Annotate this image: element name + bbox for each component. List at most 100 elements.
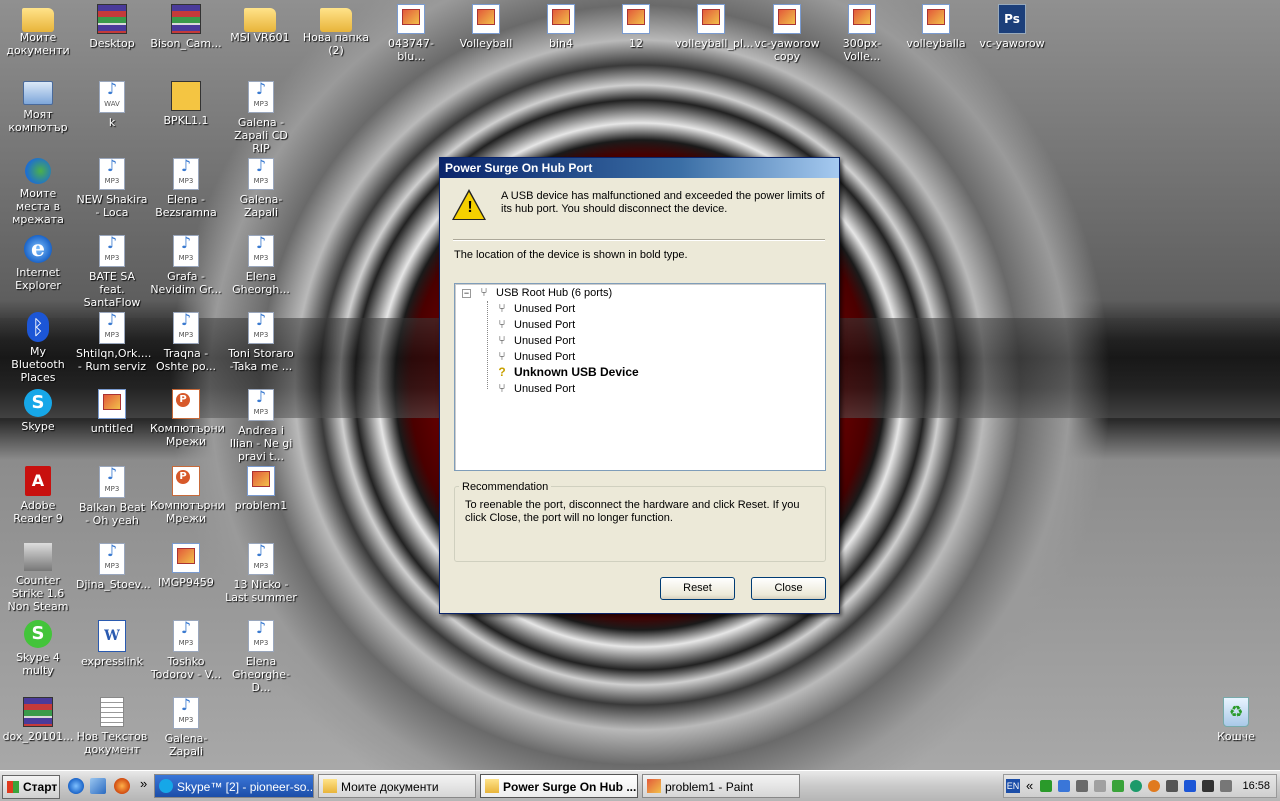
- folder-icon: [323, 779, 337, 793]
- desktop-icon-internet-explorer[interactable]: Internet Explorer: [0, 235, 76, 292]
- desktop-icon-12[interactable]: 12: [598, 4, 674, 50]
- icon-label: Компютърни Мрежи: [150, 422, 225, 448]
- desktop-icon-043747[interactable]: 043747-blu...: [373, 4, 449, 63]
- desktop-icon-recycle-bin[interactable]: Кошче: [1198, 697, 1274, 743]
- start-button[interactable]: Старт: [2, 775, 60, 799]
- tray-firewall-icon[interactable]: [1148, 780, 1160, 792]
- desktop-icon-network-places[interactable]: Моите места в мрежата: [0, 158, 76, 226]
- desktop-icon-vc-yaworow[interactable]: vc-yaworow: [974, 4, 1050, 50]
- desktop-icon-volleyballa[interactable]: volleyballa: [898, 4, 974, 50]
- desktop-icon-bison-cam[interactable]: Bison_Cam...: [148, 4, 224, 50]
- desktop-icon-galena-cd[interactable]: Galena - Zapali CD RIP: [223, 81, 299, 155]
- desktop-icon-toni-storaro[interactable]: Toni Storaro -Taka me ...: [223, 312, 299, 373]
- desktop-icon-volleyball[interactable]: Volleyball: [448, 4, 524, 50]
- mp3-file-icon: [248, 620, 274, 652]
- tree-port-4[interactable]: ⑂ Unused Port: [495, 348, 575, 364]
- tree-port-1[interactable]: ⑂ Unused Port: [495, 300, 575, 316]
- windows-logo-icon: [7, 781, 19, 793]
- desktop-icon-counter-strike[interactable]: Counter Strike 1.6 Non Steam: [0, 543, 76, 613]
- desktop-icon-untitled[interactable]: untitled: [74, 389, 150, 435]
- desktop-icon-my-documents[interactable]: Моите документи: [0, 4, 76, 57]
- tray-network-icon[interactable]: [1076, 780, 1088, 792]
- mp3-file-icon: [99, 312, 125, 344]
- desktop-icon-bpkl[interactable]: BPKL1.1: [148, 81, 224, 127]
- tray-signal-icon[interactable]: [1112, 780, 1124, 792]
- desktop-icon-computer-networks-2[interactable]: Компютърни Мрежи: [148, 466, 225, 525]
- desktop-icon-djina-stoev[interactable]: Djina_Stoev...: [74, 543, 151, 591]
- task-power-surge[interactable]: Power Surge On Hub ...: [480, 774, 638, 798]
- desktop-icon-bluetooth-places[interactable]: My Bluetooth Places: [0, 312, 76, 384]
- quicklaunch-overflow-icon[interactable]: »: [140, 776, 147, 791]
- reset-button[interactable]: Reset: [660, 577, 735, 600]
- tree-port-6[interactable]: ⑂ Unused Port: [495, 380, 575, 396]
- desktop-icon-balkan-beat[interactable]: Balkan Beat - Oh yeah: [74, 466, 150, 527]
- desktop-icon-elena-gheorghe-d[interactable]: Elena Gheorghe-D...: [223, 620, 299, 694]
- desktop-icon-adobe-reader[interactable]: Adobe Reader 9: [0, 466, 76, 525]
- desktop-icon-toshko[interactable]: Toshko Todorov - V...: [148, 620, 224, 681]
- desktop-icon-elena-gheorgh[interactable]: Elena Gheorgh...: [223, 235, 299, 296]
- desktop-icon-elena-bezsramna[interactable]: Elena - Bezsramna: [148, 158, 224, 219]
- tree-port-3[interactable]: ⑂ Unused Port: [495, 332, 575, 348]
- desktop-icon-bin4[interactable]: bin4: [523, 4, 599, 50]
- desktop-icon-skype-multy[interactable]: Skype 4 multy: [0, 620, 76, 677]
- desktop-icon-shtilqn[interactable]: Shtilqn,Ork.... - Rum serviz: [74, 312, 151, 373]
- desktop-icon-new-folder-2[interactable]: Нова папка (2): [298, 4, 374, 57]
- desktop-icon-galena-zapali[interactable]: Galena-Zapali: [223, 158, 299, 219]
- show-hidden-icons-icon[interactable]: «: [1026, 778, 1033, 794]
- clock[interactable]: 16:58: [1242, 775, 1270, 797]
- desktop-icon-new-text-document[interactable]: Нов Текстов документ: [74, 697, 150, 756]
- desktop-icon-grafa[interactable]: Grafa - Nevidim Gr...: [148, 235, 224, 296]
- tray-volume-icon[interactable]: [1094, 780, 1106, 792]
- desktop-icon-nicko[interactable]: 13 Nicko - Last summer: [223, 543, 299, 604]
- mp3-file-icon: [173, 158, 199, 190]
- tree-root-hub[interactable]: ⑂ USB Root Hub (6 ports): [477, 284, 612, 300]
- task-my-documents[interactable]: Моите документи: [318, 774, 476, 798]
- tray-search-icon[interactable]: [1058, 780, 1070, 792]
- desktop-icon-volleyball-pl[interactable]: volleyball_pl...: [673, 4, 754, 50]
- tree-port-unknown-device[interactable]: ? Unknown USB Device: [495, 364, 639, 380]
- tray-update-icon[interactable]: [1130, 780, 1142, 792]
- tray-bluetooth-icon[interactable]: [1184, 780, 1196, 792]
- usb-device-tree[interactable]: − ⑂ USB Root Hub (6 ports) ⑂ Unused Port ⑂…: [454, 283, 826, 471]
- language-indicator[interactable]: EN: [1006, 779, 1020, 793]
- tray-antivirus-icon[interactable]: [1040, 780, 1052, 792]
- desktop-icon-imgp9459[interactable]: IMGP9459: [148, 543, 224, 589]
- desktop-icon-skype[interactable]: Skype: [0, 389, 76, 433]
- desktop-icon-andrea-ilian[interactable]: Andrea i Ilian - Ne gi pravi t...: [223, 389, 299, 463]
- tray-usb-icon[interactable]: [1166, 780, 1178, 792]
- quicklaunch-show-desktop-icon[interactable]: [90, 778, 106, 794]
- desktop-icon-vc-yaworow-copy[interactable]: vc-yaworow copy: [749, 4, 825, 63]
- dialog-title[interactable]: Power Surge On Hub Port: [440, 158, 839, 178]
- task-paint[interactable]: problem1 - Paint: [642, 774, 800, 798]
- desktop-icon-shakira[interactable]: NEW Shakira - Loca: [74, 158, 150, 219]
- quicklaunch-ie-icon[interactable]: [68, 778, 84, 794]
- tree-port-label: Unused Port: [514, 303, 576, 315]
- task-skype[interactable]: Skype™ [2] - pioneer-so...: [154, 774, 314, 798]
- close-button[interactable]: Close: [751, 577, 826, 600]
- desktop-icon-expresslink[interactable]: expresslink: [74, 620, 150, 668]
- tree-port-2[interactable]: ⑂ Unused Port: [495, 316, 575, 332]
- icon-label: Elena Gheorghe-D...: [231, 655, 290, 694]
- counter-strike-icon: [24, 543, 52, 571]
- desktop-icon-problem1[interactable]: problem1: [223, 466, 299, 512]
- desktop-icon-traqna[interactable]: Traqna - Oshte po...: [148, 312, 224, 373]
- mp3-file-icon: [248, 389, 274, 421]
- desktop-icon-my-computer[interactable]: Моят компютър: [0, 81, 76, 134]
- desktop-icon-msi-vr601[interactable]: MSI VR601: [222, 4, 298, 44]
- tree-port-label: Unknown USB Device: [514, 365, 639, 379]
- tray-monitor-icon[interactable]: [1202, 780, 1214, 792]
- desktop-icon-galena-zapali-2[interactable]: Galena-Zapali: [148, 697, 224, 758]
- quicklaunch-firefox-icon[interactable]: [114, 778, 130, 794]
- mp3-file-icon: [173, 235, 199, 267]
- desktop-icon-k[interactable]: k: [74, 81, 150, 129]
- desktop-icon-desktop-rar[interactable]: Desktop: [74, 4, 150, 50]
- tree-collapse-icon[interactable]: −: [462, 289, 471, 298]
- desktop-icon-bate-sa[interactable]: BATE SA feat. SantaFlow a...: [74, 235, 150, 322]
- icon-label: Elena - Bezsramna: [155, 193, 217, 219]
- desktop-icon-computer-networks-1[interactable]: Компютърни Мрежи: [148, 389, 225, 448]
- tray-misc-icon[interactable]: [1220, 780, 1232, 792]
- skype-icon: [159, 779, 173, 793]
- desktop-icon-300px-volle[interactable]: 300px-Volle...: [824, 4, 900, 63]
- tree-port-label: Unused Port: [514, 383, 576, 395]
- desktop-icon-dox[interactable]: dox_20101...: [0, 697, 76, 743]
